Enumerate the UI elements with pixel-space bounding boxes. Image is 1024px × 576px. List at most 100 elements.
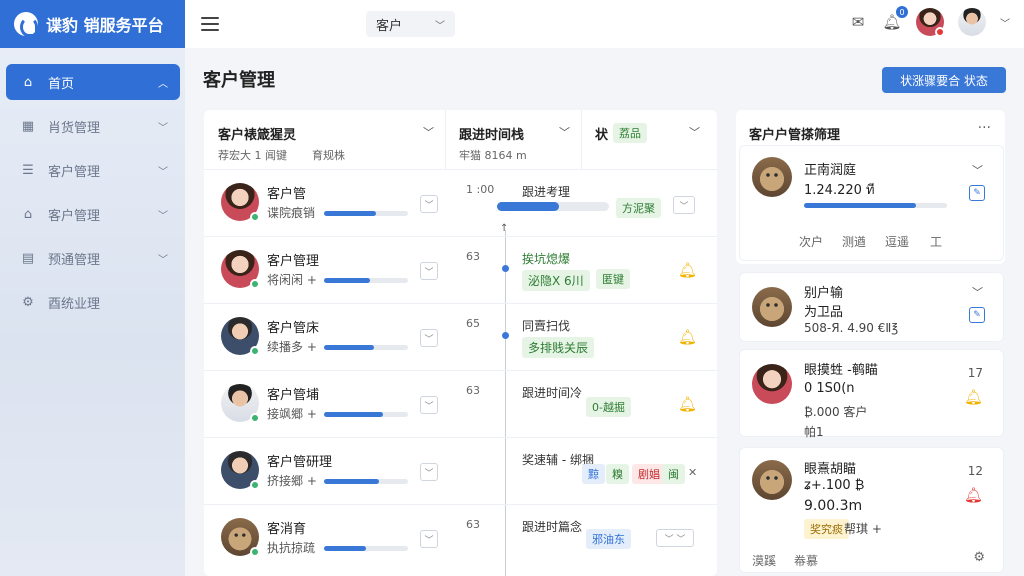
status-tag: 0-越掘 bbox=[586, 397, 631, 417]
card-footer-label: 漠蹊 bbox=[752, 554, 777, 568]
followup-time: 65 bbox=[466, 317, 480, 330]
logo-icon bbox=[14, 12, 38, 37]
close-icon[interactable]: ✕ bbox=[688, 466, 697, 479]
table-row[interactable]: 客消育 执抗掠疏 ﹀ 63 跟进时篇念 邪油东 ﹀ ﹀ bbox=[204, 505, 717, 572]
avatar bbox=[221, 183, 260, 222]
sidebar-item-sales[interactable]: ▦ 肖货管理 ﹀ bbox=[6, 108, 180, 144]
dropdown-toggle[interactable]: ﹀ bbox=[420, 463, 438, 481]
avatar[interactable] bbox=[916, 8, 945, 37]
customer-name: 客户管 bbox=[267, 187, 307, 202]
customer-card[interactable]: 眼熹胡瞄 ʑ+.100 ₿ 9.00.3m 奖究痰 帮琪 + 12 🔔︎ 漠蹊 … bbox=[739, 447, 1004, 573]
sidebar-item-booking[interactable]: ▤ 预通管理 ﹀ bbox=[6, 240, 180, 276]
avatar bbox=[752, 157, 792, 197]
card-count: 12 bbox=[967, 464, 983, 478]
table-row[interactable]: 客户管 谍院痕销 ﹀ 1 :00 跟进考理 方泥聚 ﹀ bbox=[204, 170, 717, 237]
avatar bbox=[752, 364, 792, 404]
followup-progress bbox=[497, 202, 609, 211]
column-header-followup[interactable]: 跟进时间栈 牢猫 8164 m ﹀ bbox=[445, 110, 581, 170]
status-tag: 荔品 bbox=[613, 123, 647, 143]
followup-time: 1 :00 bbox=[466, 183, 495, 196]
sidebar-item-label: 客户管理 bbox=[48, 208, 101, 224]
avatar bbox=[752, 460, 792, 500]
card-detail: 帕1 bbox=[804, 425, 824, 439]
followup-event: 同賣扫伐 bbox=[522, 319, 571, 333]
column-subtitle: 育规株 bbox=[312, 149, 345, 162]
brand-bar[interactable]: 谍豹 销服务平台 bbox=[0, 0, 185, 48]
card-detail: ₿.000 客户 bbox=[804, 405, 868, 419]
chevron-down-icon[interactable]: ﹀ bbox=[972, 162, 983, 178]
alert-icon[interactable]: 🔔︎ bbox=[964, 486, 983, 504]
column-title: 跟进时间栈 bbox=[459, 128, 525, 143]
customer-name: 客户管床 bbox=[267, 321, 320, 336]
column-header-customer[interactable]: 客户裱箴猩灵 荐宏大 1 闻键 育规株 ﹀ bbox=[204, 110, 445, 170]
status-dropdown[interactable]: ﹀ ﹀ bbox=[656, 529, 694, 547]
scope-select[interactable]: 客户 ﹀ bbox=[366, 11, 455, 37]
card-value: 1.24.220 ที bbox=[804, 183, 875, 198]
followup-event: 跟进考理 bbox=[522, 185, 571, 199]
dropdown-toggle[interactable]: ﹀ bbox=[420, 530, 438, 548]
notification-badge: 0 bbox=[896, 6, 908, 18]
home-icon: ⌂ bbox=[23, 74, 33, 90]
bell-icon[interactable]: 🔔︎ bbox=[678, 261, 697, 279]
bell-icon[interactable]: 🔔︎ bbox=[678, 328, 697, 346]
sidebar-item-label: 预通管理 bbox=[48, 252, 101, 268]
column-title: 客户裱箴猩灵 bbox=[218, 128, 297, 143]
sidebar-item-home[interactable]: ⌂ 首页 ︿ bbox=[6, 64, 180, 100]
header-actions: ✉ 🔔︎ 0 ﹀ bbox=[848, 6, 1010, 37]
sidebar-item-system[interactable]: ⚙ 酉统业理 bbox=[6, 284, 180, 320]
chevron-down-icon[interactable]: ﹀ bbox=[1000, 15, 1010, 30]
progress-fill bbox=[324, 479, 379, 484]
card-footer-label: 测遒 bbox=[842, 235, 867, 249]
timeline-dot bbox=[502, 332, 509, 339]
settings-icon[interactable]: ⚙ bbox=[973, 550, 985, 565]
sidebar-item-customers-2[interactable]: ⌂ 客户管理 ﹀ bbox=[6, 196, 180, 232]
sidebar-item-customers[interactable]: ☰ 客户管理 ﹀ bbox=[6, 152, 180, 188]
table-row[interactable]: 客户管埔 接飒郷 + ﹀ 63 跟进时间冷 0-越掘 🔔︎ bbox=[204, 371, 717, 438]
sidebar-item-label: 客户管理 bbox=[48, 164, 101, 180]
menu-icon[interactable] bbox=[201, 17, 219, 31]
customer-card[interactable]: 眼摸甡 -鹌瞄 0 1S0(n ₿.000 客户 帕1 17 🔔︎ bbox=[739, 349, 1004, 439]
status-dropdown[interactable]: ﹀ bbox=[673, 196, 695, 214]
timeline-dot bbox=[502, 265, 509, 272]
table-row[interactable]: 客户管理 将闲闲 + ﹀ 63 挨坑熄爆 泌隐X 6川 匿键 🔔︎ bbox=[204, 237, 717, 304]
chevron-down-icon[interactable]: ﹀ bbox=[972, 284, 983, 300]
sidebar-item-label: 酉统业理 bbox=[48, 296, 101, 312]
progress-fill bbox=[324, 412, 383, 417]
bell-icon[interactable]: 🔔︎ 0 bbox=[882, 6, 908, 32]
progress-bar bbox=[804, 203, 947, 208]
avatar[interactable] bbox=[958, 8, 986, 36]
status-dot bbox=[250, 212, 260, 222]
table-row[interactable]: 客户管床 续播多 + ﹀ 65 同賣扫伐 多排贱关辰 🔔︎ bbox=[204, 304, 717, 371]
customer-card[interactable]: 正南润庭 1.24.220 ที ﹀ ✎ 次户 测遒 逗遥 工 bbox=[739, 145, 1004, 261]
customer-name: 客户管研理 bbox=[267, 455, 333, 470]
card-tag: 奖究痰 bbox=[804, 519, 849, 539]
edit-icon[interactable]: ✎ bbox=[969, 307, 985, 323]
brand-title: 谍豹 销服务平台 bbox=[46, 16, 164, 35]
dropdown-toggle[interactable]: ﹀ bbox=[420, 195, 438, 213]
dropdown-toggle[interactable]: ﹀ bbox=[420, 396, 438, 414]
progress-bar bbox=[324, 412, 408, 417]
followup-tag: 糗 bbox=[606, 464, 629, 484]
card-detail: 9.00.3m bbox=[804, 498, 863, 514]
bell-icon[interactable]: 🔔︎ bbox=[964, 388, 983, 406]
followup-tag: 闽 bbox=[662, 464, 685, 484]
customer-card[interactable]: 别户输 为卫品 508-Я. 4.90 €Ⅱ℥ ﹀ ✎ bbox=[739, 272, 1004, 342]
chevron-down-icon: ﹀ bbox=[423, 126, 434, 139]
status-tag: 方泥聚 bbox=[616, 198, 661, 218]
primary-action-button[interactable]: 状涨骤要合 状态 bbox=[882, 67, 1006, 93]
bell-icon[interactable]: 🔔︎ bbox=[678, 395, 697, 413]
chevron-down-icon: ﹀ bbox=[559, 126, 570, 139]
message-icon[interactable]: ✉ bbox=[848, 12, 868, 32]
dropdown-toggle[interactable]: ﹀ bbox=[420, 329, 438, 347]
card-count: 17 bbox=[967, 366, 983, 380]
scope-select-value: 客户 bbox=[376, 18, 403, 34]
avatar bbox=[221, 384, 260, 423]
card-footer-label: 帣慕 bbox=[794, 554, 819, 568]
column-header-status[interactable]: 状 荔品 ﹀ bbox=[581, 110, 717, 170]
edit-icon[interactable]: ✎ bbox=[969, 185, 985, 201]
table-row[interactable]: 客户管研理 挤接郷 + ﹀ 奖速辅 - 绑捆 黥 糗 剧娼 闽 ✕ bbox=[204, 438, 717, 505]
more-icon[interactable]: ··· bbox=[978, 120, 991, 136]
chevron-down-icon: ﹀ bbox=[158, 166, 168, 178]
dropdown-toggle[interactable]: ﹀ bbox=[420, 262, 438, 280]
status-dot bbox=[250, 547, 260, 557]
